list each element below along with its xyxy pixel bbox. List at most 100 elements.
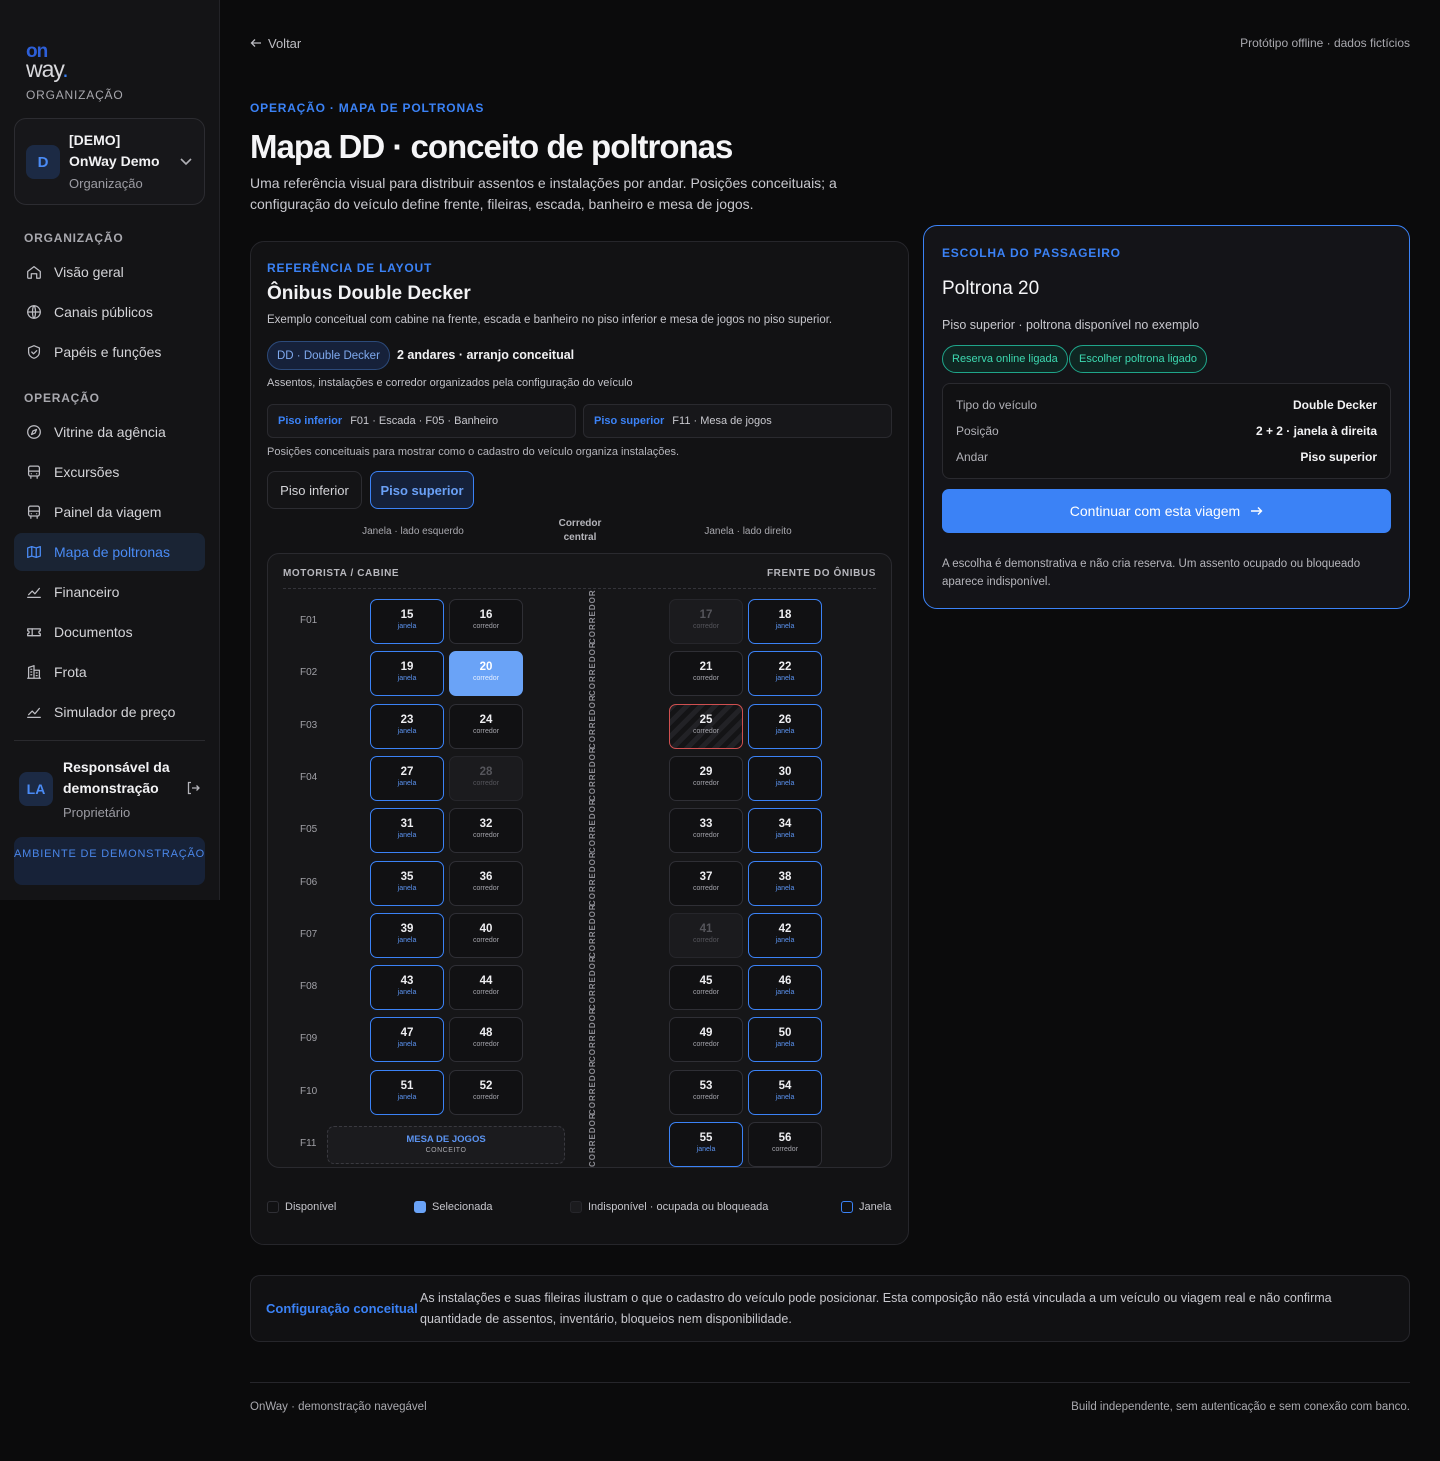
seat-kind: corredor: [692, 937, 720, 944]
continue-trip-label: Continuar com esta viagem: [1069, 503, 1241, 519]
seat-50[interactable]: 50 janela: [748, 1017, 822, 1062]
seat-37[interactable]: 37 corredor: [669, 861, 743, 906]
row-label: F10: [300, 1086, 318, 1097]
sidebar-item-label: Visão geral: [54, 264, 124, 280]
seat-43[interactable]: 43 janela: [370, 965, 444, 1010]
seat-22[interactable]: 22 janela: [748, 651, 822, 696]
seat-18[interactable]: 18 janela: [748, 599, 822, 644]
sidebar-item-papeis-e-funcoes[interactable]: Papéis e funções: [14, 333, 205, 371]
seat-15[interactable]: 15 janela: [370, 599, 444, 644]
seat-49[interactable]: 49 corredor: [669, 1017, 743, 1062]
sidebar-item-excursoes[interactable]: Excursões: [14, 453, 205, 491]
seat-kind: corredor: [472, 623, 500, 630]
sidebar-item-mapa-de-poltronas[interactable]: Mapa de poltronas: [14, 533, 205, 571]
sidebar-item-label: Painel da viagem: [54, 504, 162, 520]
nav-section-organizacao: ORGANIZAÇÃO: [24, 231, 124, 245]
seat-23[interactable]: 23 janela: [370, 704, 444, 749]
seat-42[interactable]: 42 janela: [748, 913, 822, 958]
seat-35[interactable]: 35 janela: [370, 861, 444, 906]
corridor-label: CORREDOR: [588, 851, 597, 906]
seat-number: 20: [479, 661, 493, 673]
arrow-left-icon: [250, 36, 262, 51]
info-value: Double Decker: [1292, 398, 1377, 412]
seat-kind: janela: [397, 1094, 417, 1101]
seat-39[interactable]: 39 janela: [370, 913, 444, 958]
seat-kind: janela: [397, 937, 417, 944]
seat-51[interactable]: 51 janela: [370, 1070, 444, 1115]
seat-54[interactable]: 54 janela: [748, 1070, 822, 1115]
seat-32[interactable]: 32 corredor: [449, 808, 523, 853]
legend-swatch: [841, 1201, 853, 1213]
sidebar-item-frota[interactable]: Frota: [14, 653, 205, 691]
game-table-title: MESA DE JOGOS: [406, 1134, 486, 1145]
passenger-choice-panel: ESCOLHA DO PASSAGEIRO Poltrona 20 Piso s…: [923, 225, 1410, 609]
logout-icon[interactable]: [186, 781, 200, 800]
seat-46[interactable]: 46 janela: [748, 965, 822, 1010]
seat-56[interactable]: 56 corredor: [748, 1122, 822, 1167]
seat-31[interactable]: 31 janela: [370, 808, 444, 853]
back-link[interactable]: Voltar: [250, 36, 301, 51]
seat-kind: janela: [397, 780, 417, 787]
sidebar-item-vitrine-da-agencia[interactable]: Vitrine da agência: [14, 413, 205, 451]
concept-label: Configuração conceitual: [266, 1301, 418, 1316]
column-header-right: Janela · lado direito: [704, 526, 792, 537]
concept-notice: Configuração conceitual As instalações e…: [250, 1275, 1410, 1342]
seat-kind: janela: [775, 623, 795, 630]
seat-kind: corredor: [692, 623, 720, 630]
seat-16[interactable]: 16 corredor: [449, 599, 523, 644]
seat-52[interactable]: 52 corredor: [449, 1070, 523, 1115]
seat-44[interactable]: 44 corredor: [449, 965, 523, 1010]
seat-36[interactable]: 36 corredor: [449, 861, 523, 906]
seat-kind: corredor: [692, 728, 720, 735]
sidebar-item-canais-publicos[interactable]: Canais públicos: [14, 293, 205, 331]
sidebar-item-documentos[interactable]: Documentos: [14, 613, 205, 651]
seat-kind: corredor: [692, 885, 720, 892]
seat-33[interactable]: 33 corredor: [669, 808, 743, 853]
column-header-left: Janela · lado esquerdo: [362, 526, 464, 537]
onway-logo[interactable]: on way.: [26, 42, 69, 80]
seat-45[interactable]: 45 corredor: [669, 965, 743, 1010]
sidebar-item-label: Mapa de poltronas: [54, 544, 170, 560]
seat-kind: janela: [775, 885, 795, 892]
continue-trip-button[interactable]: Continuar com esta viagem: [942, 489, 1391, 533]
seat-47[interactable]: 47 janela: [370, 1017, 444, 1062]
seat-19[interactable]: 19 janela: [370, 651, 444, 696]
seat-34[interactable]: 34 janela: [748, 808, 822, 853]
sidebar-item-visao-geral[interactable]: Visão geral: [14, 253, 205, 291]
seat-24[interactable]: 24 corredor: [449, 704, 523, 749]
seat-29[interactable]: 29 corredor: [669, 756, 743, 801]
seat-26[interactable]: 26 janela: [748, 704, 822, 749]
sidebar-item-label: Financeiro: [54, 584, 120, 600]
tab-piso-superior[interactable]: Piso superior: [370, 471, 474, 509]
seat-40[interactable]: 40 corredor: [449, 913, 523, 958]
sidebar-item-simulador-de-preco[interactable]: Simulador de preço: [14, 693, 205, 731]
legend-available: Disponível: [267, 1201, 336, 1213]
seat-number: 39: [400, 923, 414, 935]
floor-upper-summary: Piso superior F11 · Mesa de jogos: [583, 404, 892, 438]
sidebar-item-label: Simulador de preço: [54, 704, 176, 720]
seat-21[interactable]: 21 corredor: [669, 651, 743, 696]
seat-kind: corredor: [472, 885, 500, 892]
org-switcher[interactable]: D [DEMO] OnWay Demo Organização: [14, 118, 205, 205]
sidebar-item-painel-da-viagem[interactable]: Painel da viagem: [14, 493, 205, 531]
seat-number: 23: [400, 714, 414, 726]
seat-number: 42: [778, 923, 792, 935]
seat-48[interactable]: 48 corredor: [449, 1017, 523, 1062]
seat-30[interactable]: 30 janela: [748, 756, 822, 801]
seat-27[interactable]: 27 janela: [370, 756, 444, 801]
info-row: Tipo do veículo Double Decker: [956, 395, 1377, 415]
row-label: F02: [300, 667, 318, 678]
seat-kind: corredor: [472, 1041, 500, 1048]
sidebar-item-financeiro[interactable]: Financeiro: [14, 573, 205, 611]
selected-seat-subtitle: Piso superior · poltrona disponível no e…: [942, 318, 1200, 332]
floor-upper-label: Piso superior: [594, 415, 665, 427]
seat-38[interactable]: 38 janela: [748, 861, 822, 906]
seat-55[interactable]: 55 janela: [669, 1122, 743, 1167]
seat-kind: corredor: [692, 675, 720, 682]
seat-53[interactable]: 53 corredor: [669, 1070, 743, 1115]
tab-piso-inferior[interactable]: Piso inferior: [267, 471, 362, 509]
seat-number: 41: [699, 923, 713, 935]
floor-lower-summary: Piso inferior F01 · Escada · F05 · Banhe…: [267, 404, 576, 438]
seat-20[interactable]: 20 corredor: [449, 651, 523, 696]
seat-kind: corredor: [472, 937, 500, 944]
